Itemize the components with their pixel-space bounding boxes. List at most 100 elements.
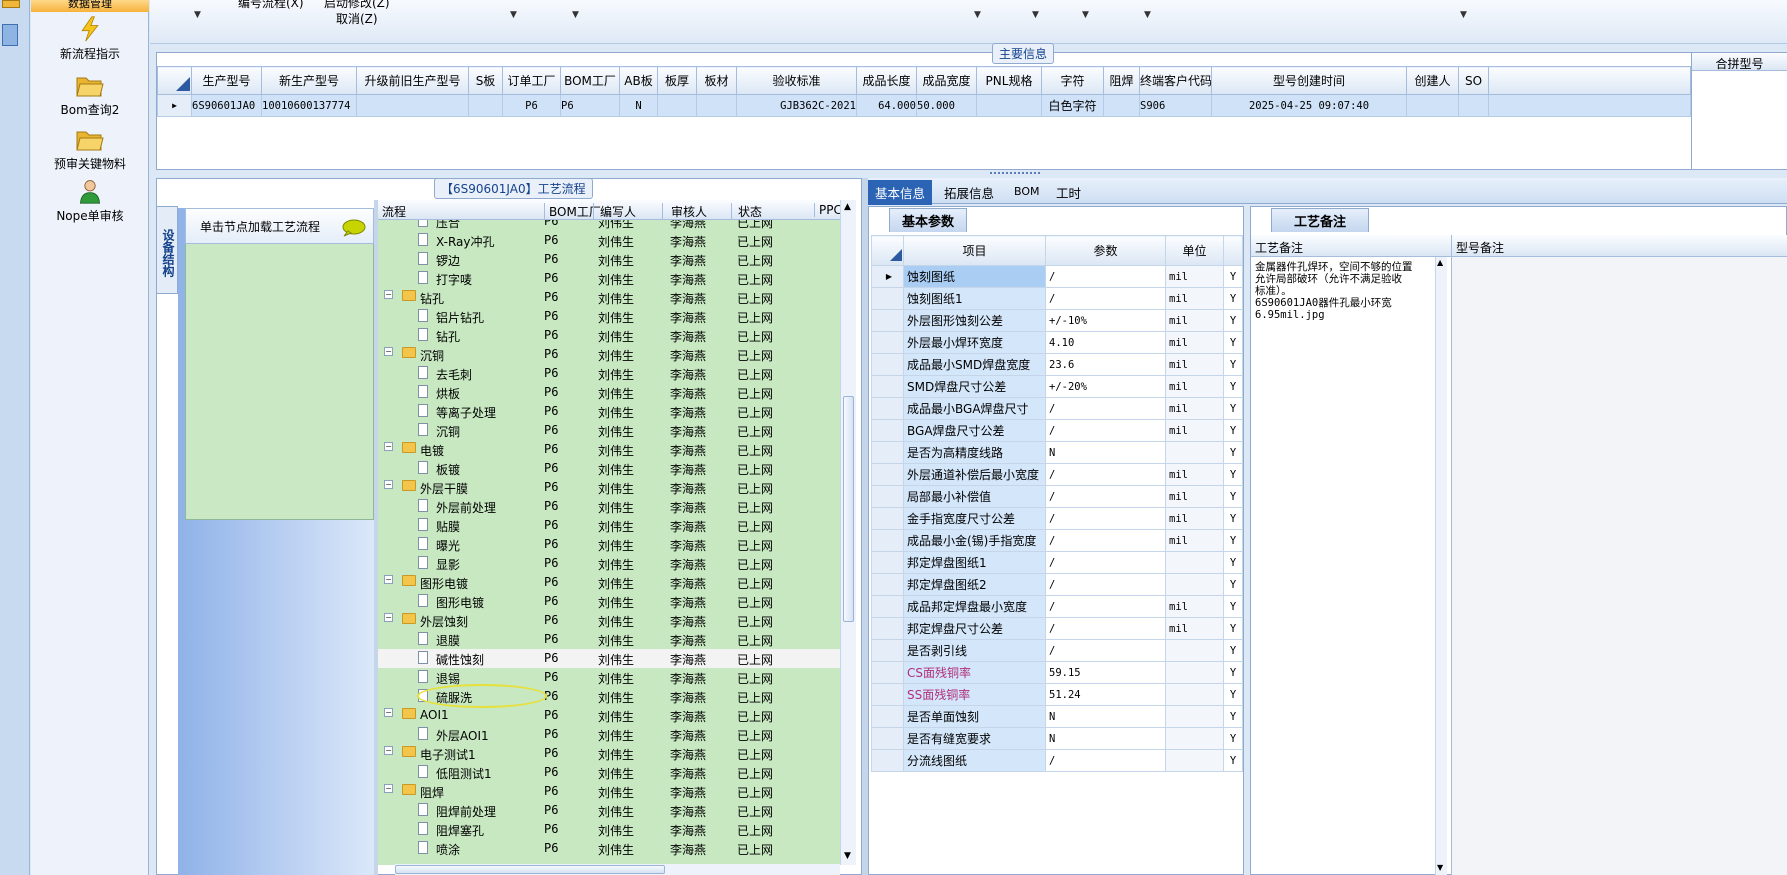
scroll-up-icon[interactable]: ▲ (844, 202, 851, 212)
cell[interactable]: P6 (502, 94, 561, 117)
cell[interactable]: GJB362C-2021 (736, 94, 857, 117)
tab-extended-info[interactable]: 拓展信息 (939, 182, 999, 203)
param-row[interactable]: 分流线图纸 / Y (871, 749, 1243, 772)
param-name[interactable]: 邦定焊盘图纸1 (903, 551, 1046, 574)
param-flag[interactable]: Y (1223, 661, 1243, 684)
param-flag[interactable]: Y (1223, 485, 1243, 508)
menu-number-flow[interactable]: 编号流程(X) (238, 0, 304, 11)
param-unit[interactable]: mil (1165, 617, 1224, 640)
tree-row[interactable]: − 钻孔 P6 刘伟生 李海燕 已上网 (378, 288, 840, 307)
param-value[interactable]: +/-20% (1045, 375, 1166, 398)
process-notes-text[interactable]: 金属器件孔焊环，空间不够的位置 允许局部破环（允许不满足验收 标准）。 6S90… (1255, 261, 1439, 321)
param-flag[interactable]: Y (1223, 639, 1243, 662)
param-row[interactable]: 是否剥引线 / Y (871, 639, 1243, 662)
cell[interactable]: 50.000 (916, 94, 977, 117)
param-value[interactable]: +/-10% (1045, 309, 1166, 332)
param-name[interactable]: 成品最小BGA焊盘尺寸 (903, 397, 1046, 420)
param-name[interactable]: 金手指宽度尺寸公差 (903, 507, 1046, 530)
chevron-down-icon[interactable]: ▼ (572, 10, 579, 20)
param-value[interactable]: 4.10 (1045, 331, 1166, 354)
param-unit[interactable] (1165, 551, 1224, 574)
param-name[interactable]: 蚀刻图纸 (903, 265, 1046, 288)
row-header-corner[interactable] (157, 66, 192, 95)
param-name[interactable]: 是否为高精度线路 (903, 441, 1046, 464)
collapse-toggle-icon[interactable]: − (384, 480, 393, 489)
param-row[interactable]: 金手指宽度尺寸公差 / mil Y (871, 507, 1243, 530)
col-header[interactable]: 项目 (903, 235, 1046, 266)
load-flow-header[interactable]: 单击节点加载工艺流程 (185, 208, 374, 244)
app-grid-icon[interactable] (2, 0, 20, 8)
chevron-down-icon[interactable]: ▼ (974, 10, 981, 20)
param-value[interactable]: N (1045, 727, 1166, 750)
col-header[interactable]: 阻焊 (1103, 66, 1140, 95)
merge-model-header[interactable]: 合拼型号 (1692, 53, 1787, 71)
param-name[interactable]: 局部最小补偿值 (903, 485, 1046, 508)
chevron-down-icon[interactable]: ▼ (1144, 10, 1151, 20)
cell[interactable]: S906 (1139, 94, 1212, 117)
param-unit[interactable] (1165, 749, 1224, 772)
splitter-handle[interactable] (990, 172, 1040, 176)
collapse-toggle-icon[interactable]: − (384, 290, 393, 299)
col-header[interactable]: 成品宽度 (916, 66, 977, 95)
param-unit[interactable]: mil (1165, 397, 1224, 420)
col-header[interactable]: BOM工厂 (560, 66, 620, 95)
col-header[interactable]: 审核人 (662, 203, 707, 220)
param-row[interactable]: 是否单面蚀刻 N Y (871, 705, 1243, 728)
tree-row[interactable]: − 阻焊 P6 刘伟生 李海燕 已上网 (378, 782, 840, 801)
cell[interactable] (696, 94, 737, 117)
param-value[interactable]: / (1045, 617, 1166, 640)
param-row[interactable]: BGA焊盘尺寸公差 / mil Y (871, 419, 1243, 442)
param-value[interactable]: / (1045, 639, 1166, 662)
nav-item-prereview-material[interactable]: 预审关键物料 (31, 126, 149, 172)
table-row[interactable]: ▶ 6S90601JA0 10010600137774 P6 P6 N GJB3… (157, 94, 1691, 117)
tree-row[interactable]: 退膜 P6 刘伟生 李海燕 已上网 (378, 630, 840, 649)
tree-row[interactable]: − 图形电镀 P6 刘伟生 李海燕 已上网 (378, 573, 840, 592)
col-header[interactable]: 流程 (382, 203, 406, 220)
param-flag[interactable]: Y (1223, 353, 1243, 376)
tab-basic-info[interactable]: 基本信息 (868, 180, 933, 205)
scroll-up-icon[interactable]: ▲ (1437, 258, 1443, 267)
col-header[interactable]: 型号创建时间 (1211, 66, 1407, 95)
param-unit[interactable] (1165, 639, 1224, 662)
param-unit[interactable] (1165, 683, 1224, 706)
param-name[interactable]: 成品最小金(锡)手指宽度 (903, 529, 1046, 552)
param-row[interactable]: 邦定焊盘图纸2/ Y (871, 573, 1243, 596)
tree-row[interactable]: 沉铜 P6 刘伟生 李海燕 已上网 (378, 421, 840, 440)
param-name[interactable]: 外层图形蚀刻公差 (903, 309, 1046, 332)
param-row[interactable]: ▶ 蚀刻图纸 / mil Y (871, 265, 1243, 288)
notes-scrollbar[interactable]: ▲ ▼ (1435, 257, 1447, 875)
param-row[interactable]: SMD焊盘尺寸公差 +/-20% mil Y (871, 375, 1243, 398)
tree-row[interactable]: 阻焊塞孔 P6 刘伟生 李海燕 已上网 (378, 820, 840, 839)
col-header[interactable]: S板 (468, 66, 503, 95)
calendar-icon[interactable] (2, 24, 18, 46)
param-flag[interactable]: Y (1223, 573, 1243, 596)
param-name[interactable]: 成品邦定焊盘最小宽度 (903, 595, 1046, 618)
param-value[interactable]: / (1045, 749, 1166, 772)
param-row[interactable]: 是否为高精度线路 N Y (871, 441, 1243, 464)
param-unit[interactable]: mil (1165, 331, 1224, 354)
tree-row[interactable]: 外层前处理 P6 刘伟生 李海燕 已上网 (378, 497, 840, 516)
col-header-process-notes[interactable]: 工艺备注 (1255, 239, 1303, 256)
tree-row[interactable]: 退锡 P6 刘伟生 李海燕 已上网 (378, 668, 840, 687)
param-value[interactable]: / (1045, 463, 1166, 486)
nav-section-header[interactable]: 数据管理 (31, 0, 149, 12)
param-value[interactable]: 51.24 (1045, 683, 1166, 706)
tab-work-hours[interactable]: 工时 (1051, 182, 1086, 203)
col-header[interactable]: PPC (814, 203, 842, 217)
tree-row[interactable]: 显影 P6 刘伟生 李海燕 已上网 (378, 554, 840, 573)
nav-item-new-flow[interactable]: 新流程指示 (31, 16, 149, 62)
nav-item-nope-review[interactable]: Nope单审核 (31, 178, 149, 224)
param-flag[interactable]: Y (1223, 419, 1243, 442)
param-value[interactable]: / (1045, 397, 1166, 420)
col-header[interactable]: 升级前旧生产型号 (356, 66, 469, 95)
col-header[interactable]: AB板 (619, 66, 658, 95)
col-header[interactable]: 生产型号 (191, 66, 262, 95)
chevron-down-icon[interactable]: ▼ (1460, 10, 1467, 20)
param-flag[interactable]: Y (1223, 463, 1243, 486)
param-flag[interactable]: Y (1223, 309, 1243, 332)
cell[interactable] (468, 94, 503, 117)
param-name[interactable]: 是否有缝宽要求 (903, 727, 1046, 750)
param-value[interactable]: / (1045, 287, 1166, 310)
param-flag[interactable]: Y (1223, 375, 1243, 398)
param-row[interactable]: 邦定焊盘尺寸公差 / mil Y (871, 617, 1243, 640)
